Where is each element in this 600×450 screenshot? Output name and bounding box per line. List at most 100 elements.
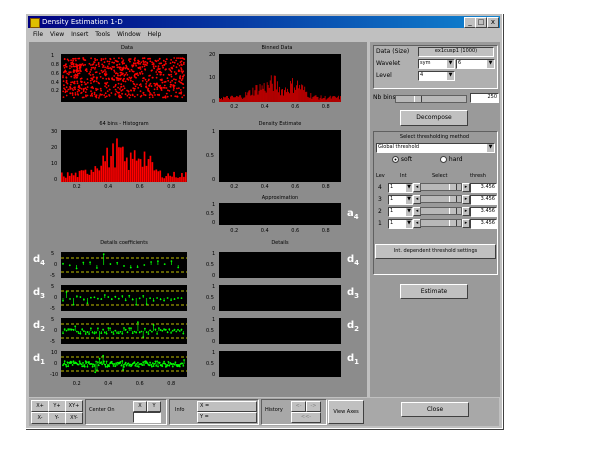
data-point xyxy=(143,65,146,68)
slider-right-arrow-icon[interactable]: ▸ xyxy=(462,195,470,204)
data-point xyxy=(95,89,98,92)
menu-view[interactable]: View xyxy=(50,31,64,38)
detail-plot[interactable] xyxy=(219,252,341,278)
threshold-slider[interactable] xyxy=(420,219,462,227)
detail-coef-plot[interactable] xyxy=(61,351,187,377)
zoom-y-minus-button[interactable]: Y- xyxy=(48,412,66,424)
menu-window[interactable]: Window xyxy=(117,31,141,38)
slider-thumb[interactable] xyxy=(449,184,457,190)
data-point xyxy=(89,79,92,82)
density-ytick-05: 0.5 xyxy=(206,153,214,159)
histogram-bar xyxy=(273,75,275,102)
history-begin-button[interactable]: <<- xyxy=(291,412,321,423)
threshold-value-field[interactable]: 3.456 xyxy=(470,207,497,217)
level-select[interactable]: 4 ▼ xyxy=(418,71,455,81)
density-plot[interactable] xyxy=(219,130,341,182)
window-title: Density Estimation 1-D xyxy=(42,18,123,26)
detail-coef-point xyxy=(90,296,92,299)
threshold-slider[interactable] xyxy=(420,195,462,203)
histogram-bar xyxy=(72,175,75,182)
soft-radio[interactable]: soft xyxy=(392,156,412,163)
decompose-button[interactable]: Decompose xyxy=(400,110,468,126)
wavelet-number-select[interactable]: 6 ▼ xyxy=(456,59,495,69)
detail-plot[interactable] xyxy=(219,351,341,377)
center-y-button[interactable]: Y xyxy=(147,401,161,412)
threshold-slider[interactable] xyxy=(420,207,462,215)
hist-xticks: 0.2 0.4 0.6 0.8 xyxy=(72,184,176,190)
threshold-method-select[interactable]: Global threshold ▼ xyxy=(376,143,495,153)
interval-select[interactable]: 1 ▼ xyxy=(388,219,413,229)
view-axes-button[interactable]: View Axes xyxy=(328,400,364,424)
close-window-button[interactable]: x xyxy=(487,17,499,28)
detail-coef-point xyxy=(117,297,120,300)
history-back-button[interactable]: <- xyxy=(291,401,306,412)
history-forward-button[interactable]: -> xyxy=(306,401,321,412)
histogram-bar xyxy=(230,96,231,102)
data-point xyxy=(119,88,121,90)
slider-right-arrow-icon[interactable]: ▸ xyxy=(462,207,470,216)
detail-coef-point xyxy=(133,361,136,363)
zoom-x-plus-button[interactable]: X+ xyxy=(31,400,49,412)
data-point xyxy=(120,96,123,99)
menu-file[interactable]: File xyxy=(33,31,43,38)
interval-select[interactable]: 1 ▼ xyxy=(388,195,413,205)
detail-coef-plot[interactable] xyxy=(61,285,187,311)
detail-coef-plot[interactable] xyxy=(61,252,187,278)
center-x-button[interactable]: X xyxy=(133,401,147,412)
int-dependent-button[interactable]: Int. dependent threshold settings xyxy=(375,244,496,259)
center-value-field[interactable] xyxy=(133,412,161,423)
threshold-value-field[interactable]: 3.456 xyxy=(470,219,497,229)
nbbins-slider[interactable] xyxy=(395,95,467,103)
detail-coef-point xyxy=(137,361,139,364)
detail-coef-point xyxy=(171,329,174,332)
detail-coef-point xyxy=(123,366,125,368)
data-point xyxy=(73,76,76,79)
threshold-slider[interactable] xyxy=(420,183,462,191)
interval-select[interactable]: 1 ▼ xyxy=(388,183,413,193)
interval-select[interactable]: 1 ▼ xyxy=(388,207,413,217)
menu-insert[interactable]: Insert xyxy=(71,31,88,38)
threshold-value-field[interactable]: 3.456 xyxy=(470,195,497,205)
hard-radio[interactable]: hard xyxy=(440,156,463,163)
zoom-x-minus-button[interactable]: X- xyxy=(31,412,49,424)
data-point xyxy=(94,59,97,62)
detail-plot[interactable] xyxy=(219,285,341,311)
estimate-button[interactable]: Estimate xyxy=(400,284,468,299)
histogram-bar xyxy=(66,172,69,182)
slider-thumb[interactable] xyxy=(414,96,422,102)
maximize-button[interactable]: □ xyxy=(475,17,487,28)
threshold-value-field[interactable]: 3.456 xyxy=(470,183,497,193)
zoom-xy-minus-button[interactable]: XY- xyxy=(65,412,83,424)
data-point xyxy=(85,83,87,85)
nbbins-input[interactable]: 250 xyxy=(470,93,499,103)
detail-ytick: 0 xyxy=(212,372,216,378)
data-point xyxy=(136,94,139,96)
data-point xyxy=(84,59,87,61)
data-point xyxy=(104,85,106,87)
close-button[interactable]: Close xyxy=(401,402,469,417)
zoom-xy-plus-button[interactable]: XY+ xyxy=(65,400,83,412)
slider-thumb[interactable] xyxy=(449,220,457,226)
data-point xyxy=(126,74,129,76)
slider-right-arrow-icon[interactable]: ▸ xyxy=(462,183,470,192)
detail-coef-point xyxy=(122,368,124,371)
histogram-plot[interactable] xyxy=(61,130,187,182)
menu-tools[interactable]: Tools xyxy=(95,31,110,38)
approximation-plot[interactable] xyxy=(219,203,341,225)
histogram-bar xyxy=(133,150,136,182)
slider-thumb[interactable] xyxy=(449,208,457,214)
data-point xyxy=(85,68,88,70)
slider-right-arrow-icon[interactable]: ▸ xyxy=(462,219,470,228)
detail-coef-plot[interactable] xyxy=(61,318,187,344)
data-plot[interactable] xyxy=(61,54,187,102)
detail-plot[interactable] xyxy=(219,318,341,344)
data-point xyxy=(117,82,120,85)
slider-thumb[interactable] xyxy=(449,196,457,202)
data-point xyxy=(119,74,122,77)
wavelet-family-select[interactable]: sym ▼ xyxy=(418,59,455,69)
menu-help[interactable]: Help xyxy=(148,31,162,38)
data-point xyxy=(90,77,93,80)
detail-coef-point xyxy=(141,364,144,366)
zoom-y-plus-button[interactable]: Y+ xyxy=(48,400,66,412)
binned-plot[interactable] xyxy=(219,54,341,102)
